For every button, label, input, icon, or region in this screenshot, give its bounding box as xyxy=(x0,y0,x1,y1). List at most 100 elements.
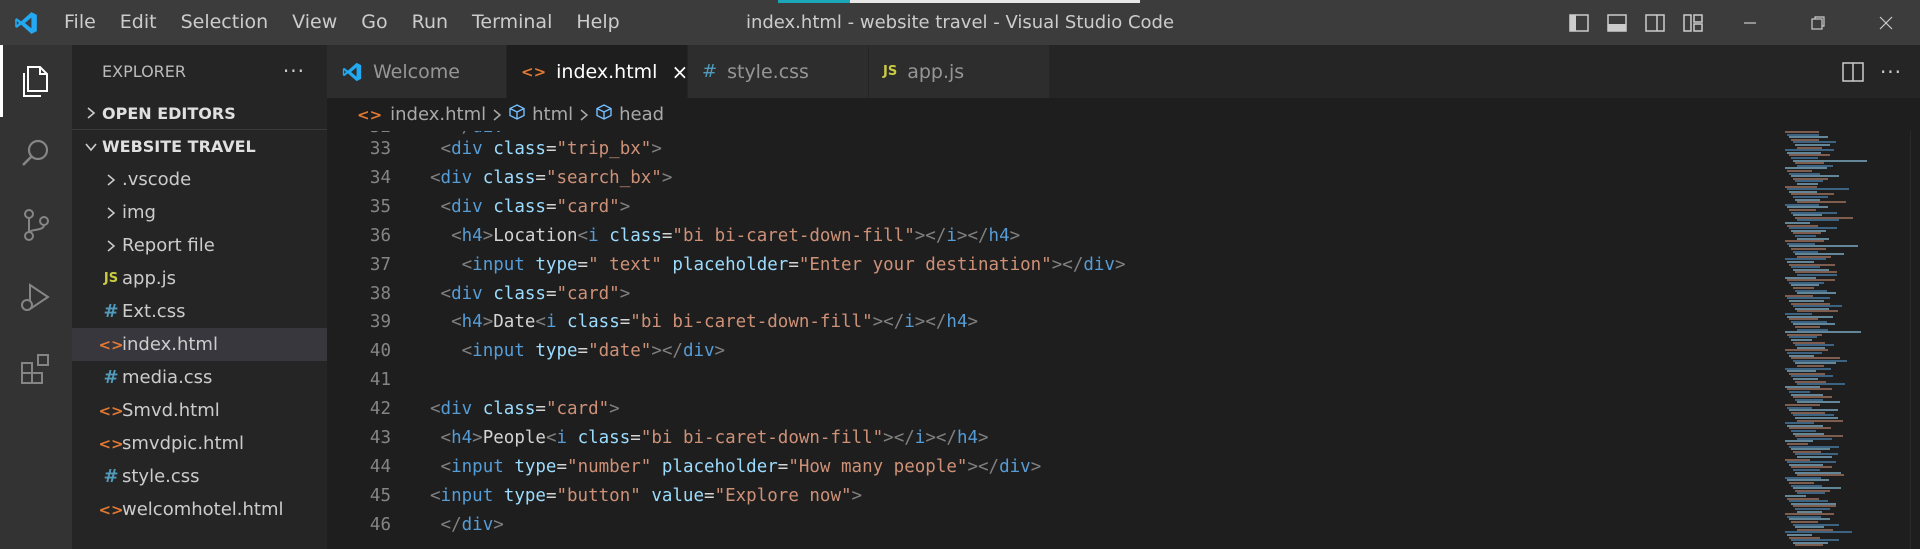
tree-item-label: app.js xyxy=(122,268,176,289)
tree-item[interactable]: .vscode xyxy=(72,163,327,196)
line-number: 43 xyxy=(369,428,391,448)
code-text: <h4>People<i class="bi bi-caret-down-fil… xyxy=(440,428,989,448)
explorer-title: EXPLORER xyxy=(102,61,186,81)
vscode-icon xyxy=(341,61,363,83)
more-actions-icon[interactable]: ··· xyxy=(283,59,305,83)
chevron-right-icon xyxy=(492,108,502,122)
open-editors-label: OPEN EDITORS xyxy=(102,103,236,123)
chevron-right-icon xyxy=(100,206,122,220)
chevron-right-icon xyxy=(579,108,589,122)
minimize-icon[interactable] xyxy=(1716,0,1784,45)
open-editors-section[interactable]: OPEN EDITORS xyxy=(72,97,327,130)
toggle-primary-sidebar-icon[interactable] xyxy=(1560,0,1598,45)
js-file-icon: JS xyxy=(883,64,898,79)
css-file-icon: # xyxy=(103,301,119,322)
css-file-icon: # xyxy=(702,61,718,82)
menu-item-run[interactable]: Run xyxy=(400,0,460,45)
tab-label: app.js xyxy=(907,60,965,83)
tree-item[interactable]: # media.css xyxy=(72,361,327,394)
code-text: <div class="card"> xyxy=(430,399,620,420)
code-line: 33 <div class="trip_bx"> xyxy=(327,135,1777,163)
html-file-icon: <> xyxy=(98,500,124,519)
code-line: 34 <div class="search_bx"> xyxy=(327,164,1777,192)
menu-item-view[interactable]: View xyxy=(280,0,349,45)
tree-item[interactable]: JS app.js xyxy=(72,262,327,295)
code-text: <div class="trip_bx"> xyxy=(440,139,662,159)
menu-item-help[interactable]: Help xyxy=(564,0,631,45)
tree-item[interactable]: <> index.html xyxy=(72,328,327,361)
minimap[interactable] xyxy=(1777,131,1910,549)
tree-item-label: smvdpic.html xyxy=(122,433,245,454)
menu-item-go[interactable]: Go xyxy=(349,0,399,45)
window-controls xyxy=(1716,0,1920,45)
code-line: 45 <input type="button" value="Explore no… xyxy=(327,482,1777,510)
file-tree: .vscode img Report file JS app.js # Ext.css <> i… xyxy=(72,163,327,526)
tab-welcome[interactable]: Welcome xyxy=(327,45,507,98)
tab-style-css[interactable]: # style.css xyxy=(688,45,869,98)
tree-item-label: Ext.css xyxy=(122,301,186,322)
tab-app-js[interactable]: JS app.js xyxy=(869,45,1050,98)
js-file-icon: JS xyxy=(103,271,119,286)
tree-item[interactable]: <> smvdpic.html xyxy=(72,427,327,460)
code-line: 35 <div class="card"> xyxy=(327,193,1777,221)
restore-icon[interactable] xyxy=(1784,0,1852,45)
css-file-icon: # xyxy=(103,466,119,487)
code-text: </div> xyxy=(440,514,504,535)
editor-scrollbar[interactable] xyxy=(1910,131,1920,549)
code-text: <input type=" text" placeholder="Enter y… xyxy=(461,254,1126,275)
more-editor-actions-icon[interactable]: ··· xyxy=(1872,60,1910,84)
line-number: 36 xyxy=(369,225,391,246)
breadcrumb-head[interactable]: head xyxy=(595,103,664,126)
run-debug-icon[interactable] xyxy=(0,261,72,333)
tree-item-label: img xyxy=(122,202,156,223)
explorer-icon[interactable] xyxy=(0,45,72,117)
tree-item[interactable]: <> Smvd.html xyxy=(72,394,327,427)
code-line: 44 <input type="number" placeholder="How… xyxy=(327,453,1777,481)
chevron-down-icon xyxy=(80,141,102,153)
code-line: 46 </div> xyxy=(327,511,1777,539)
split-editor-icon[interactable] xyxy=(1834,61,1872,82)
menu-item-terminal[interactable]: Terminal xyxy=(460,0,564,45)
menu-item-file[interactable]: File xyxy=(52,0,108,45)
code-text: <div class="card"> xyxy=(440,283,631,304)
toggle-secondary-sidebar-icon[interactable] xyxy=(1636,0,1674,45)
project-section[interactable]: WEBSITE TRAVEL xyxy=(72,130,327,163)
editor-tabs: Welcome <> index.html × # style.css JS a… xyxy=(327,45,1920,98)
menu-item-selection[interactable]: Selection xyxy=(169,0,281,45)
breadcrumb-file-label: index.html xyxy=(390,104,487,125)
code-editor[interactable]: 32 </div>33 <div class="trip_bx">34<div … xyxy=(327,131,1777,549)
tab-index-html[interactable]: <> index.html × xyxy=(507,45,688,98)
breadcrumb-html[interactable]: html xyxy=(508,103,573,126)
code-text: <div class="card"> xyxy=(440,196,631,217)
line-number: 39 xyxy=(369,312,391,333)
customize-layout-icon[interactable] xyxy=(1674,0,1712,45)
close-tab-icon[interactable]: × xyxy=(671,60,688,84)
minimap-line xyxy=(1795,544,1823,547)
close-window-icon[interactable] xyxy=(1852,0,1920,45)
css-file-icon: # xyxy=(103,367,119,388)
activity-bar xyxy=(0,45,72,549)
tree-item[interactable]: Report file xyxy=(72,229,327,262)
menu-bar: File Edit Selection View Go Run Terminal Help xyxy=(52,0,632,45)
html-file-icon: <> xyxy=(521,62,547,81)
toggle-panel-icon[interactable] xyxy=(1598,0,1636,45)
breadcrumb-html-label: html xyxy=(532,104,574,125)
menu-item-edit[interactable]: Edit xyxy=(108,0,169,45)
extensions-icon[interactable] xyxy=(0,333,72,405)
tree-item[interactable]: # style.css xyxy=(72,460,327,493)
breadcrumb-file[interactable]: <> index.html xyxy=(357,104,486,125)
source-control-icon[interactable] xyxy=(0,189,72,261)
code-line: 38 <div class="card"> xyxy=(327,280,1777,308)
tree-item[interactable]: # Ext.css xyxy=(72,295,327,328)
vscode-logo-icon xyxy=(0,0,52,45)
tree-item[interactable]: img xyxy=(72,196,327,229)
tree-item-label: Smvd.html xyxy=(122,400,220,421)
tab-label: style.css xyxy=(727,60,809,83)
tree-item-label: style.css xyxy=(122,466,200,487)
line-number: 38 xyxy=(369,283,391,304)
html-file-icon: <> xyxy=(98,401,124,420)
tree-item[interactable]: <> welcomhotel.html xyxy=(72,493,327,526)
search-icon[interactable] xyxy=(0,117,72,189)
tree-item-label: media.css xyxy=(122,367,213,388)
element-cube-icon xyxy=(595,103,613,126)
